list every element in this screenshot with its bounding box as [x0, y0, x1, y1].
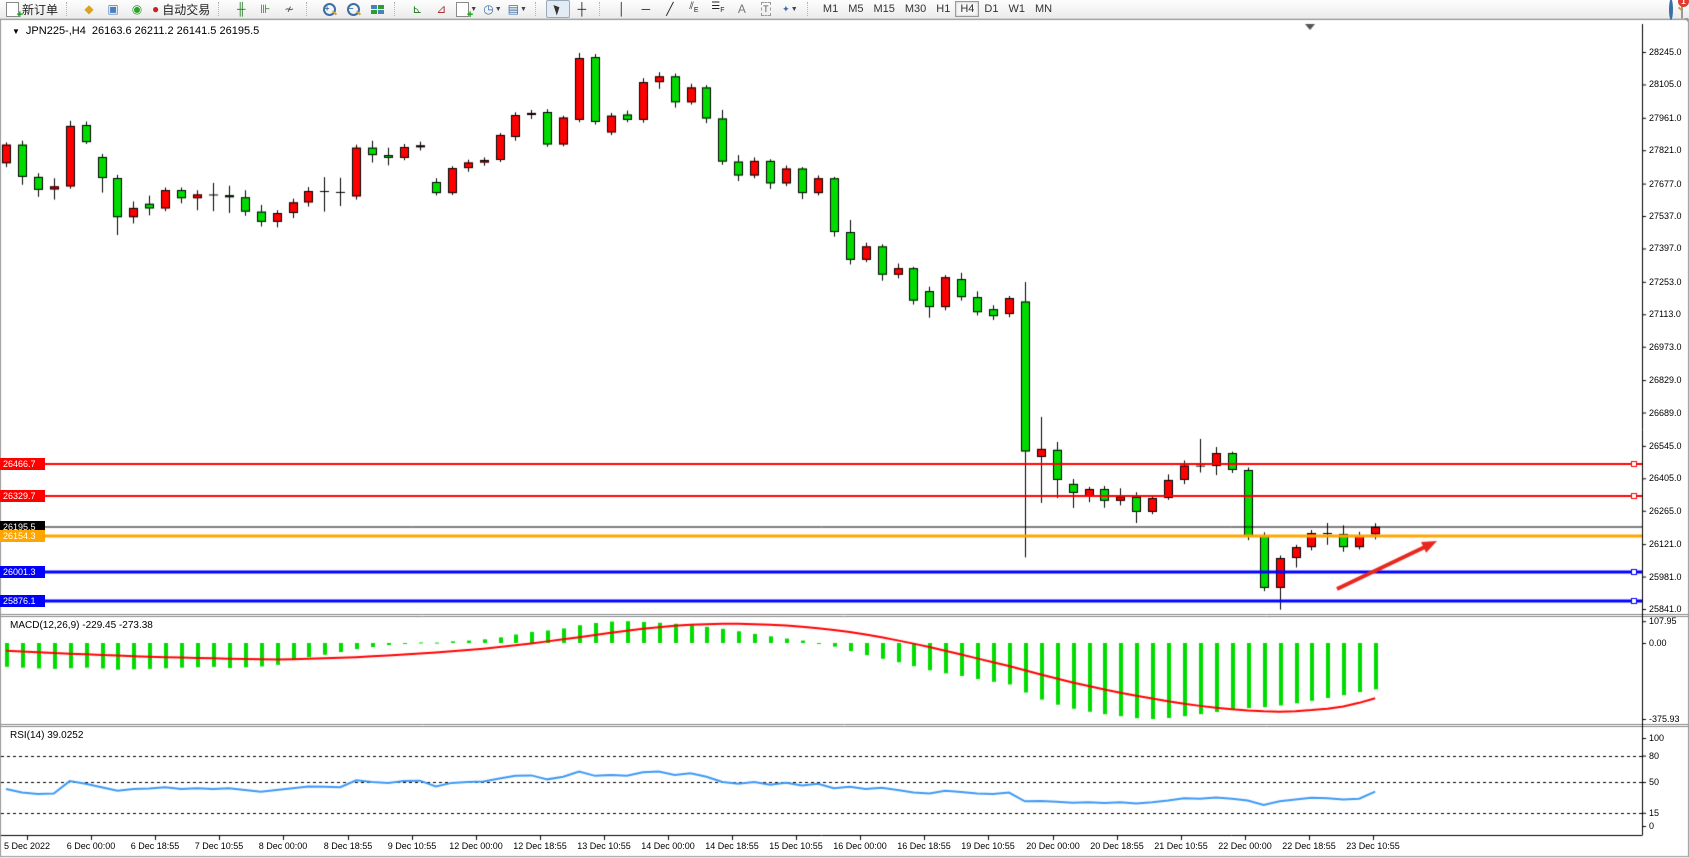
- autotrade-icon: ●: [152, 3, 159, 15]
- fibonacci-tool-button[interactable]: ☰F: [706, 0, 730, 18]
- toolbar-separator: [807, 2, 813, 16]
- timeframe-group: M1M5M15M30H1H4D1W1MN: [815, 0, 1060, 18]
- mt4-window: { "toolbar": { "new_order_label": "新订单",…: [0, 0, 1689, 858]
- cursor-tool-button[interactable]: [546, 0, 570, 18]
- profiles-button[interactable]: ▣: [101, 0, 125, 18]
- crosshair-icon: ┼: [578, 3, 587, 15]
- chart-window-alt-button[interactable]: ⊿: [429, 0, 453, 18]
- zoom-out-button[interactable]: −: [341, 0, 365, 18]
- timeframe-button-w1[interactable]: W1: [1003, 1, 1030, 17]
- toolbar-separator: [535, 2, 541, 16]
- chart-window-button[interactable]: ⊾: [405, 0, 429, 18]
- main-toolbar: + 新订单 ◆ ▣ ◉ ● 自动交易 ╫ ⊪ ≁ + −: [0, 0, 1689, 19]
- cursor-icon: [554, 3, 562, 15]
- new-order-button[interactable]: + 新订单: [3, 0, 61, 18]
- text-icon: A: [738, 3, 746, 15]
- chart-window-icon: ⊾: [412, 3, 422, 15]
- vertical-line-icon: │: [618, 3, 626, 15]
- timeframe-button-m1[interactable]: M1: [818, 1, 843, 17]
- fibonacci-icon: ☰F: [711, 1, 724, 17]
- trendline-icon: ╱: [666, 3, 673, 15]
- trendline-tool-button[interactable]: ╱: [658, 0, 682, 18]
- rsi-indicator-label: RSI(14) 39.0252: [10, 730, 83, 741]
- text-tool-button[interactable]: A: [730, 0, 754, 18]
- new-order-icon: +: [6, 2, 19, 17]
- search-button[interactable]: [1669, 1, 1673, 19]
- toolbar-separator: [218, 2, 224, 16]
- zoom-out-icon: −: [347, 3, 360, 16]
- tile-windows-icon: [371, 5, 384, 14]
- search-icon: [1669, 0, 1673, 20]
- timeframe-button-m15[interactable]: M15: [868, 1, 899, 17]
- hline-tool-button[interactable]: ─: [634, 0, 658, 18]
- candlestick-chart-icon: ⊪: [260, 3, 270, 15]
- autotrade-label: 自动交易: [162, 1, 210, 18]
- bar-chart-button[interactable]: ╫: [229, 0, 253, 18]
- line-chart-icon: ≁: [284, 3, 294, 15]
- chart-canvas[interactable]: [0, 0, 1689, 858]
- metaeditor-button[interactable]: ◆: [77, 0, 101, 18]
- timeframe-button-d1[interactable]: D1: [979, 1, 1003, 17]
- macd-indicator-label: MACD(12,26,9) -229.45 -273.38: [10, 620, 153, 631]
- shapes-tool-button[interactable]: ✦▼: [778, 0, 802, 18]
- candlestick-chart-button[interactable]: ⊪: [253, 0, 277, 18]
- shapes-icon: ✦: [782, 3, 790, 15]
- crosshair-tool-button[interactable]: ┼: [570, 0, 594, 18]
- periods-button[interactable]: ◷▼: [480, 0, 504, 18]
- line-chart-button[interactable]: ≁: [277, 0, 301, 18]
- text-label-icon: T: [761, 2, 771, 16]
- chevron-down-icon: ▼: [520, 6, 527, 13]
- ohlc-values: 26163.6 26211.2 26141.5 26195.5: [92, 25, 259, 37]
- timeframe-button-h4[interactable]: H4: [955, 1, 979, 17]
- chart-title: ▼ JPN225-,H4 26163.6 26211.2 26141.5 261…: [12, 25, 259, 37]
- horizontal-line-icon: ─: [642, 3, 651, 15]
- timeframe-button-mn[interactable]: MN: [1030, 1, 1057, 17]
- timeframe-button-m30[interactable]: M30: [900, 1, 931, 17]
- channel-tool-button[interactable]: ⫽E: [682, 0, 706, 18]
- chevron-down-icon: ▼: [495, 6, 502, 13]
- toolbox-icon: ◆: [84, 3, 93, 15]
- equidistant-channel-icon: ⫽E: [689, 1, 698, 17]
- bar-chart-icon: ╫: [237, 3, 246, 15]
- vline-tool-button[interactable]: │: [610, 0, 634, 18]
- autotrade-button[interactable]: ● 自动交易: [149, 0, 213, 18]
- tile-windows-button[interactable]: [365, 0, 389, 18]
- toolbar-separator: [599, 2, 605, 16]
- new-chart-button[interactable]: +▼: [453, 0, 480, 18]
- clock-icon: ◷: [483, 3, 493, 15]
- window-icon: ▣: [107, 3, 118, 15]
- zoom-in-icon: +: [323, 3, 336, 16]
- timeframe-button-m5[interactable]: M5: [843, 1, 868, 17]
- collapse-triangle-icon[interactable]: ▼: [12, 27, 20, 36]
- chevron-down-icon: ▼: [791, 6, 798, 13]
- new-order-label: 新订单: [22, 1, 58, 18]
- new-chart-icon: +: [456, 2, 469, 17]
- notifications-button[interactable]: 1: [1681, 1, 1683, 19]
- zoom-in-button[interactable]: +: [317, 0, 341, 18]
- signals-button[interactable]: ◉: [125, 0, 149, 18]
- timeframe-button-h1[interactable]: H1: [931, 1, 955, 17]
- toolbar-separator: [306, 2, 312, 16]
- toolbar-separator: [66, 2, 72, 16]
- signal-icon: ◉: [132, 3, 142, 15]
- label-tool-button[interactable]: T: [754, 0, 778, 18]
- chart-window-alt-icon: ⊿: [436, 3, 446, 15]
- symbol-label: JPN225-,H4: [26, 25, 86, 37]
- template-icon: ▤: [508, 3, 519, 15]
- templates-button[interactable]: ▤▼: [505, 0, 530, 18]
- toolbar-separator: [394, 2, 400, 16]
